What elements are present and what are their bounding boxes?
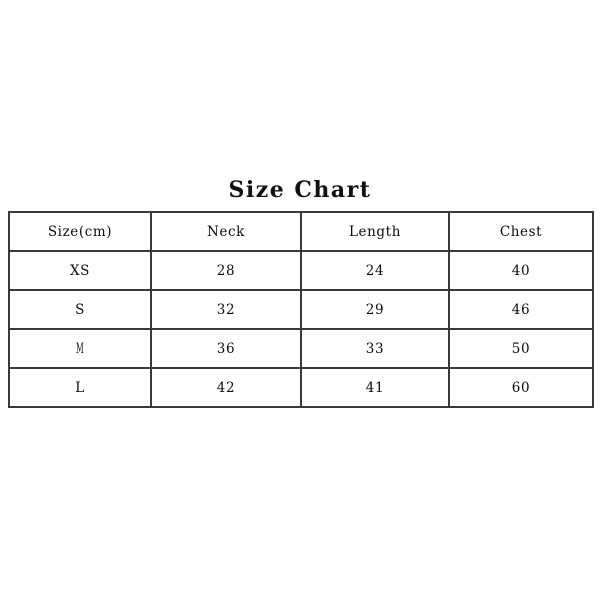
cell-size: S [8,289,152,330]
table-header-row: Size(cm) Neck Length Chest [8,211,594,252]
column-header-length: Length [300,211,450,252]
size-chart-page: Size Chart Size(cm) Neck Length Chest XS… [0,0,600,600]
cell-neck: 28 [150,250,302,291]
cell-length: 29 [300,289,450,330]
column-header-neck: Neck [150,211,302,252]
page-title: Size Chart [228,177,372,203]
cell-length: 33 [300,328,450,369]
column-header-chest: Chest [448,211,594,252]
table-row: M 36 33 50 [9,328,594,369]
size-chart-table: Size(cm) Neck Length Chest XS 28 24 40 S… [8,211,594,408]
cell-chest: 40 [448,250,594,291]
cell-neck: 42 [150,367,302,408]
cell-length: 41 [300,367,450,408]
cell-chest: 46 [448,289,594,330]
cell-chest: 50 [448,328,594,369]
cell-neck: 36 [150,328,302,369]
column-header-size: Size(cm) [8,211,152,252]
cell-neck: 32 [150,289,302,330]
cell-size: XS [8,250,152,291]
cell-length: 24 [300,250,450,291]
table-row: S 32 29 46 [8,289,594,330]
cell-chest: 60 [448,367,594,408]
cell-size: L [8,367,152,408]
table-row: L 42 41 60 [8,367,594,408]
table-row: XS 28 24 40 [8,250,594,291]
size-chart-table-container: Size(cm) Neck Length Chest XS 28 24 40 S… [8,211,594,408]
cell-size: M [35,328,125,369]
